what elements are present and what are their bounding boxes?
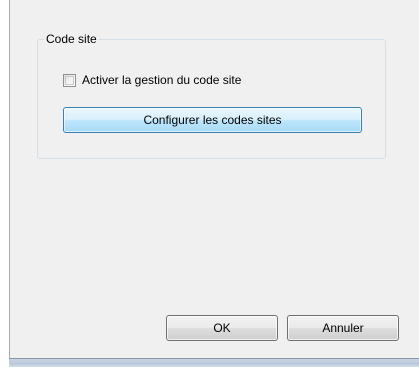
background xyxy=(0,0,9,367)
configure-site-codes-button[interactable]: Configurer les codes sites xyxy=(63,107,362,133)
enable-site-code-checkbox[interactable] xyxy=(63,73,76,87)
cancel-button[interactable]: Annuler xyxy=(287,315,399,341)
enable-site-code-label[interactable]: Activer la gestion du code site xyxy=(82,72,241,88)
enable-site-code-checkbox-row[interactable]: Activer la gestion du code site xyxy=(63,72,241,88)
groupbox-title: Code site xyxy=(44,32,99,46)
ok-button[interactable]: OK xyxy=(166,315,278,341)
code-site-groupbox xyxy=(37,39,386,159)
screen: Code site Activer la gestion du code sit… xyxy=(0,0,419,367)
window-frame-bottom xyxy=(9,358,419,367)
